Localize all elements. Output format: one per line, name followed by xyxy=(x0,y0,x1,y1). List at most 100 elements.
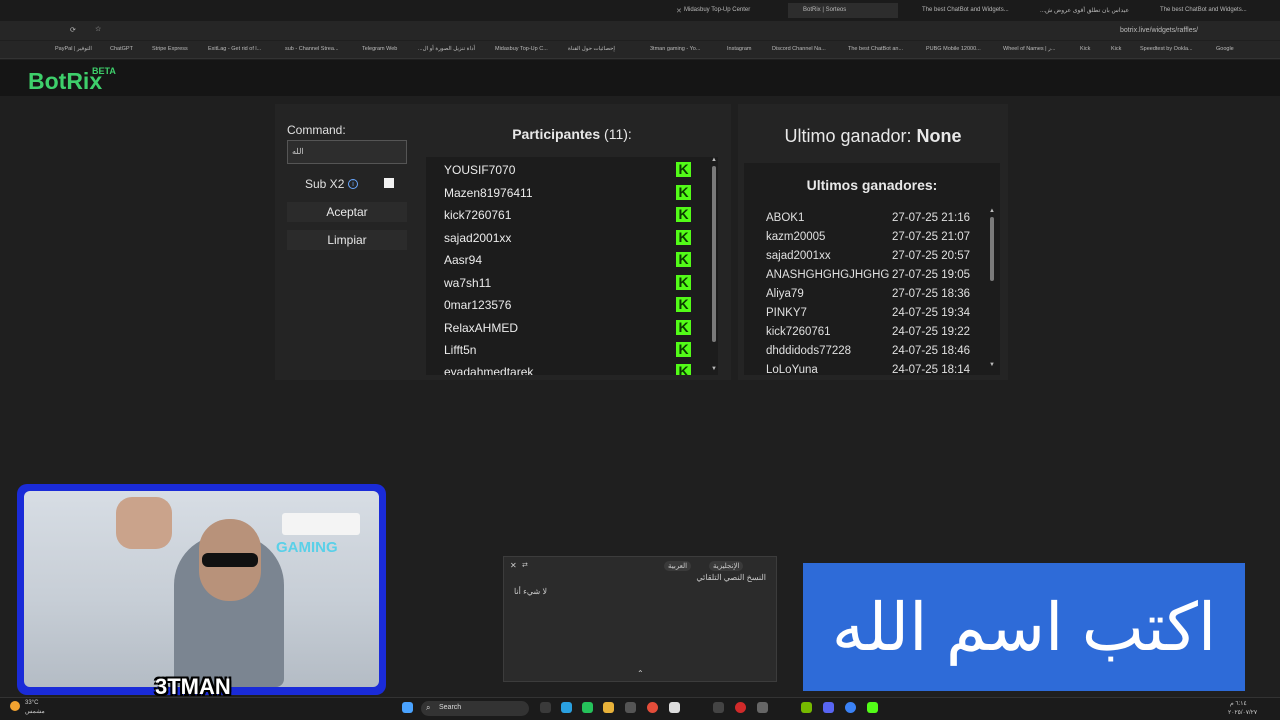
bookmark-item[interactable]: ChatGPT xyxy=(110,46,133,52)
winner-name: kazm20005 xyxy=(766,231,826,243)
app-icon[interactable] xyxy=(625,702,636,713)
clear-button[interactable]: Limpiar xyxy=(287,230,407,250)
winner-date: 27-07-25 19:05 xyxy=(892,269,971,281)
site-header xyxy=(0,60,1280,96)
command-input[interactable]: الله xyxy=(287,140,407,164)
tab-chatbot-2[interactable]: The best ChatBot and Widgets... xyxy=(1160,3,1247,18)
winner-name: ANASHGHGHGJHGHG xyxy=(766,269,890,281)
command-label: Command: xyxy=(287,123,346,137)
bookmark-item[interactable]: أداة تنزيل الصورة أو ال... xyxy=(418,46,475,52)
scroll-up-icon[interactable]: ▲ xyxy=(989,208,995,214)
windows-start-icon[interactable] xyxy=(402,702,413,713)
bookmark-item[interactable]: ExitLag - Get rid of l... xyxy=(208,46,261,52)
edge-icon[interactable] xyxy=(561,702,572,713)
scroll-up-icon[interactable]: ▲ xyxy=(711,157,717,163)
close-tab-icon[interactable]: ✕ xyxy=(676,7,682,15)
sunglasses xyxy=(202,553,258,567)
winners-scrollbar[interactable] xyxy=(990,217,994,281)
source-lang[interactable]: العربية xyxy=(664,561,692,571)
subx2-checkbox[interactable] xyxy=(384,178,394,188)
bookmark-item[interactable]: Kick xyxy=(1080,46,1090,52)
recent-winners-title: Ultimos ganadores: xyxy=(806,177,938,193)
kick-icon: K xyxy=(676,230,691,245)
url-text[interactable]: botrix.live/widgets/raffles/ xyxy=(1120,27,1198,34)
participant-name: RelaxAHMED xyxy=(444,321,519,335)
last-winner-label: Ultimo ganador: xyxy=(784,126,912,146)
star-icon[interactable]: ☆ xyxy=(95,25,101,33)
info-icon[interactable]: i xyxy=(348,179,358,189)
bookmark-item[interactable]: The best ChatBot an... xyxy=(848,46,903,52)
refresh-icon[interactable]: ⟳ xyxy=(70,26,76,34)
weather-icon[interactable] xyxy=(10,701,20,711)
taskview-icon[interactable] xyxy=(540,702,551,713)
scroll-down-icon[interactable]: ▼ xyxy=(989,362,995,368)
search-icon: ⌕ xyxy=(426,703,431,712)
kick-icon[interactable] xyxy=(867,702,878,713)
app-icon[interactable] xyxy=(582,702,593,713)
bookmark-item[interactable]: PUBG Mobile 12000... xyxy=(926,46,981,52)
bookmark-item[interactable]: 3tman gaming - Yo... xyxy=(650,46,700,52)
bookmark-item[interactable]: Instagram xyxy=(727,46,751,52)
winner-date: 24-07-25 19:34 xyxy=(892,307,971,319)
winner-date: 24-07-25 18:14 xyxy=(892,364,971,375)
participants-count: (11): xyxy=(604,126,632,142)
tab-midasbuy[interactable]: Midasbuy Top-Up Center xyxy=(684,3,750,18)
bookmark-item[interactable]: Discord Channel Na... xyxy=(772,46,826,52)
beta-badge: BETA xyxy=(92,66,116,76)
translate-text: لا شيء أنا xyxy=(514,587,548,596)
taskbar-search[interactable]: Search xyxy=(421,701,529,716)
nvidia-icon[interactable] xyxy=(801,702,812,713)
close-icon[interactable]: ✕ xyxy=(510,561,517,570)
winner-date: 27-07-25 21:16 xyxy=(892,212,971,224)
botrix-logo[interactable]: BotRix xyxy=(28,68,102,95)
chevron-up-icon[interactable]: ⌃ xyxy=(637,669,644,678)
participants-title: Participantes (11): xyxy=(426,126,718,142)
weather-temp: 33°C xyxy=(25,700,39,706)
bookmark-item[interactable]: Midasbuy Top-Up C... xyxy=(495,46,548,52)
bookmark-item[interactable]: Telegram Web xyxy=(362,46,397,52)
participant-name: Aasr94 xyxy=(444,253,483,267)
app-icon[interactable] xyxy=(669,702,680,713)
swap-icon[interactable]: ⇄ xyxy=(522,561,528,569)
kick-icon: K xyxy=(676,364,691,375)
bookmark-item[interactable]: Stripe Express xyxy=(152,46,188,52)
translate-popup: ✕ ⇄ العربية الإنجليزية النسخ النصي التلق… xyxy=(503,556,777,682)
bookmark-item[interactable]: PayPal | التوفير xyxy=(55,46,92,52)
bookmark-item[interactable]: sub - Channel Strea... xyxy=(285,46,339,52)
winner-name: ABOK1 xyxy=(766,212,805,224)
kick-icon: K xyxy=(676,320,691,335)
bookmark-item[interactable]: إحصائيات حول القناة xyxy=(568,46,615,52)
kick-icon: K xyxy=(676,185,691,200)
winner-row: Aliya79 27-07-25 18:36 xyxy=(766,288,972,300)
discord-icon[interactable] xyxy=(823,702,834,713)
tab-botrix[interactable]: BotRix | Sorteos xyxy=(788,3,898,18)
scroll-down-icon[interactable]: ▼ xyxy=(711,366,717,372)
clock-time: ٦:١٤ م xyxy=(1230,701,1247,707)
winner-name: LoLoYuna xyxy=(766,364,818,375)
app-icon[interactable] xyxy=(757,702,768,713)
participant-name: 0mar123576 xyxy=(444,298,512,312)
winner-row: kick7260761 24-07-25 19:22 xyxy=(766,326,972,338)
bookmarks-bar: PayPal | التوفير ChatGPT Stripe Express … xyxy=(0,41,1280,59)
participants-scrollbar[interactable] xyxy=(712,166,716,342)
bookmark-item[interactable]: Wheel of Names | ر... xyxy=(1003,46,1055,52)
app-icon[interactable] xyxy=(713,702,724,713)
kick-icon: K xyxy=(676,297,691,312)
winner-row: ANASHGHGHGJHGHG 27-07-25 19:05 xyxy=(766,269,972,281)
address-bar: ⟳ ☆ botrix.live/widgets/raffles/ xyxy=(0,21,1280,40)
participant-name: wa7sh11 xyxy=(444,276,492,290)
participant-name: eyadahmedtarek xyxy=(444,365,534,375)
translate-heading: النسخ النصي التلقائي xyxy=(696,573,766,582)
tab-arabic[interactable]: عيداس بان تطلق أقوى عروض ش... xyxy=(1040,3,1129,18)
accept-button[interactable]: Aceptar xyxy=(287,202,407,222)
app-icon[interactable] xyxy=(845,702,856,713)
bookmark-item[interactable]: Kick xyxy=(1111,46,1121,52)
streamer-fist xyxy=(116,497,172,549)
bookmark-item[interactable]: Google xyxy=(1216,46,1234,52)
app-icon[interactable] xyxy=(735,702,746,713)
target-lang[interactable]: الإنجليزية xyxy=(709,561,744,571)
chrome-icon[interactable] xyxy=(647,702,658,713)
folder-icon[interactable] xyxy=(603,702,614,713)
bookmark-item[interactable]: Speedtest by Ookla... xyxy=(1140,46,1193,52)
tab-chatbot-1[interactable]: The best ChatBot and Widgets... xyxy=(922,3,1009,18)
